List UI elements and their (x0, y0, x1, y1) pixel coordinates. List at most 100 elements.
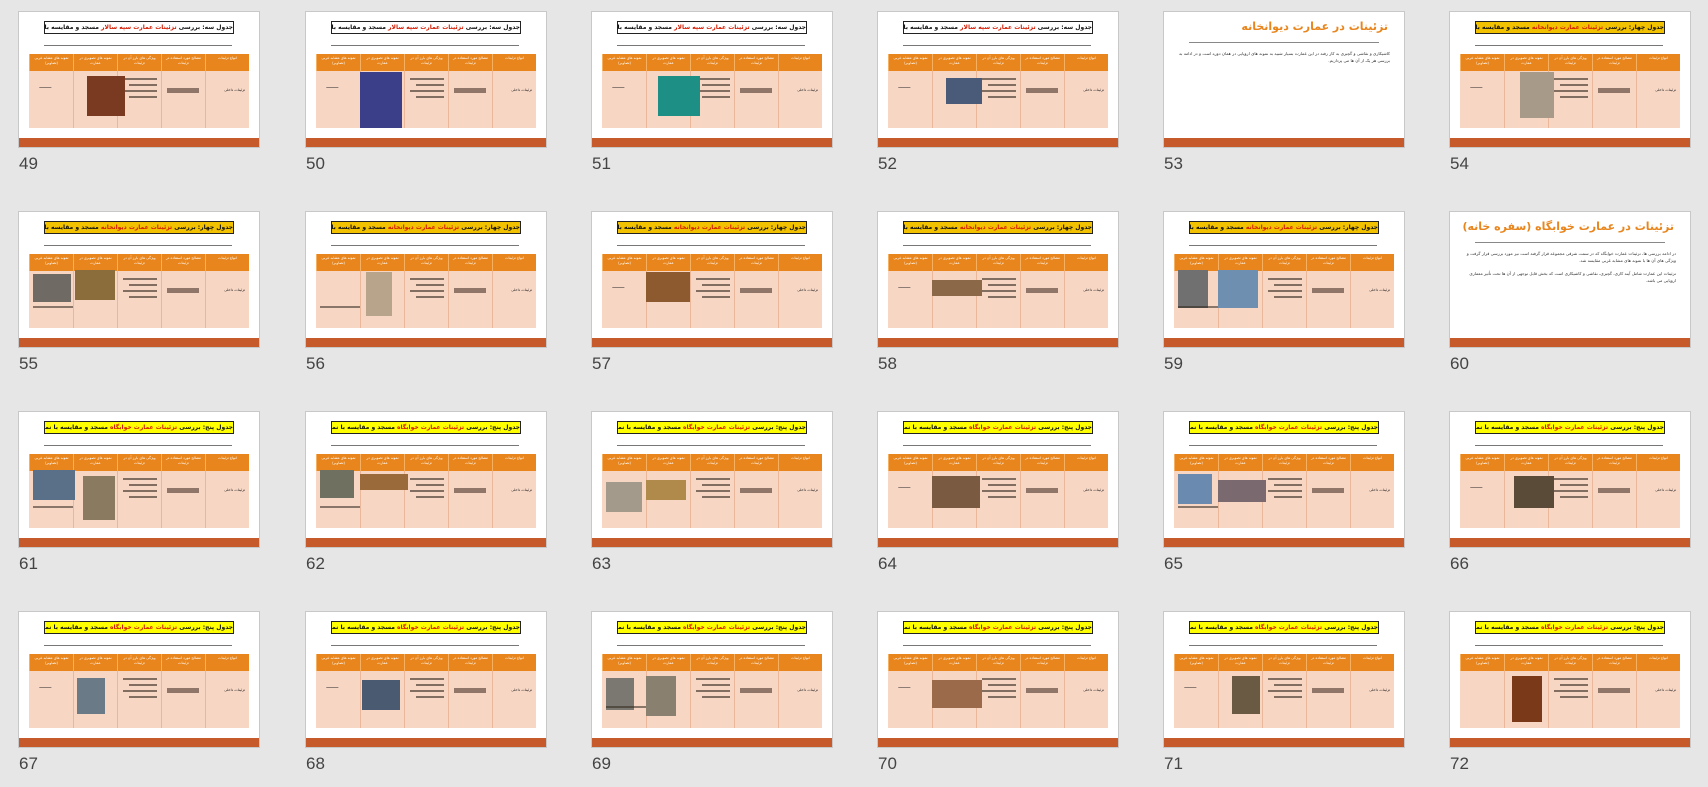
slide-thumbnail[interactable]: جدول پنج: بررسی تزئینات عمارت خوابگاه مس… (19, 412, 259, 587)
slide-thumbnail[interactable]: جدول سه: بررسی تزئینات عمارت سپه سالار م… (878, 12, 1118, 187)
table-header-cell: مصالح مورد استفاده در تزئینات (448, 654, 492, 671)
slide-canvas[interactable]: جدول سه: بررسی تزئینات عمارت سپه سالار م… (878, 12, 1118, 147)
slide-canvas[interactable]: جدول سه: بررسی تزئینات عمارت سپه سالار م… (306, 12, 546, 147)
slide-canvas[interactable]: جدول پنج: بررسی تزئینات عمارت خوابگاه مس… (306, 412, 546, 547)
title-highlight: تزئینات عمارت دیوانخانه (959, 224, 1032, 231)
table-column-divider (778, 671, 779, 728)
slide-canvas[interactable]: جدول پنج: بررسی تزئینات عمارت خوابگاه مس… (1450, 612, 1690, 747)
slide-thumbnail[interactable]: جدول چهار: بررسی تزئینات عمارت دیوانخانه… (1450, 12, 1690, 187)
table-column-divider (448, 71, 449, 128)
slide-canvas[interactable]: جدول چهار: بررسی تزئینات عمارت دیوانخانه… (306, 212, 546, 347)
slide-title-box: جدول چهار: بررسی تزئینات عمارت دیوانخانه… (617, 221, 807, 234)
title-prefix: جدول پنج: بررسی (1038, 424, 1092, 431)
table-column-divider (1350, 471, 1351, 528)
characteristics-line (123, 690, 157, 692)
empty-cell-dashes: ---------- (898, 484, 911, 491)
slide-thumbnail[interactable]: جدول چهار: بررسی تزئینات عمارت دیوانخانه… (878, 212, 1118, 387)
slide-canvas[interactable]: جدول چهار: بررسی تزئینات عمارت دیوانخانه… (1450, 12, 1690, 147)
section-paragraph: کاشیکاری و نقاشی و گچبری به کار رفته در … (1179, 51, 1390, 63)
materials-cell (1026, 288, 1058, 293)
slide-title-box: جدول پنج: بررسی تزئینات عمارت خوابگاه مس… (44, 421, 234, 434)
table-column-divider (1350, 671, 1351, 728)
comparison-table: انواع تزئینات مصالح مورد استفاده در تزئین… (602, 54, 822, 128)
slide-canvas[interactable]: جدول سه: بررسی تزئینات عمارت سپه سالار م… (19, 12, 259, 147)
slide-canvas[interactable]: جدول پنج: بررسی تزئینات عمارت خوابگاه مس… (19, 612, 259, 747)
slide-thumbnail[interactable]: جدول پنج: بررسی تزئینات عمارت خوابگاه مس… (592, 412, 832, 587)
empty-cell-dashes: ---------- (326, 84, 339, 91)
slide-canvas[interactable]: جدول سه: بررسی تزئینات عمارت سپه سالار م… (592, 12, 832, 147)
slide-canvas[interactable]: جدول پنج: بررسی تزئینات عمارت خوابگاه مس… (306, 612, 546, 747)
slide-thumbnail[interactable]: جدول پنج: بررسی تزئینات عمارت خوابگاه مس… (878, 612, 1118, 787)
table-header-cell: نمونه های تصویری در عمارت (932, 654, 976, 671)
title-highlight: تزئینات عمارت خوابگاه (397, 424, 465, 431)
slide-canvas[interactable]: تزئینات در عمارت خوابگاه (سفره خانه) در ا… (1450, 212, 1690, 347)
slide-thumbnail[interactable]: جدول سه: بررسی تزئینات عمارت سپه سالار م… (592, 12, 832, 187)
table-header-cell: ویژگی های بارز آن در تزئینات (117, 54, 161, 71)
characteristics-line (1560, 496, 1588, 498)
slide-thumbnail[interactable]: جدول سه: بررسی تزئینات عمارت سپه سالار م… (306, 12, 546, 187)
slide-thumbnail[interactable]: جدول پنج: بررسی تزئینات عمارت خوابگاه مس… (306, 412, 546, 587)
table-header-cell: نمونه های تصویری در عمارت (1218, 454, 1262, 471)
slide-canvas[interactable]: جدول پنج: بررسی تزئینات عمارت خوابگاه مس… (592, 412, 832, 547)
slide-thumbnail[interactable]: جدول پنج: بررسی تزئینات عمارت خوابگاه مس… (306, 612, 546, 787)
slide-thumbnail[interactable]: جدول چهار: بررسی تزئینات عمارت دیوانخانه… (592, 212, 832, 387)
section-title: تزئینات در عمارت دیوانخانه (1241, 20, 1388, 33)
title-highlight: تزئینات عمارت دیوانخانه (673, 224, 746, 231)
table-header-row: انواع تزئینات مصالح مورد استفاده در تزئین… (316, 454, 536, 471)
title-prefix: جدول چهار: بررسی (461, 224, 520, 231)
table-header-cell: مصالح مورد استفاده در تزئینات (734, 254, 778, 271)
characteristics-line (982, 490, 1016, 492)
slide-number: 58 (878, 354, 897, 373)
slide-canvas[interactable]: جدول چهار: بررسی تزئینات عمارت دیوانخانه… (878, 212, 1118, 347)
slide-thumbnail[interactable]: جدول چهار: بررسی تزئینات عمارت دیوانخانه… (1164, 212, 1404, 387)
table-header-row: انواع تزئینات مصالح مورد استفاده در تزئین… (29, 654, 249, 671)
slide-thumbnail[interactable]: جدول پنج: بررسی تزئینات عمارت خوابگاه مس… (1450, 412, 1690, 587)
slide-thumbnail[interactable]: جدول چهار: بررسی تزئینات عمارت دیوانخانه… (306, 212, 546, 387)
slide-canvas[interactable]: جدول پنج: بررسی تزئینات عمارت خوابگاه مس… (1450, 412, 1690, 547)
characteristics-line (988, 696, 1016, 698)
title-highlight: تزئینات عمارت دیوانخانه (1531, 24, 1604, 31)
characteristics-line (1560, 684, 1588, 686)
slide-footer-bar (592, 138, 832, 147)
slide-canvas[interactable]: جدول چهار: بررسی تزئینات عمارت دیوانخانه… (1164, 212, 1404, 347)
slide-footer-bar (1164, 738, 1404, 747)
slide-footer-bar (1450, 138, 1690, 147)
table-column-divider (1548, 671, 1549, 728)
slide-canvas[interactable]: جدول چهار: بررسی تزئینات عمارت دیوانخانه… (592, 212, 832, 347)
image-placeholder (366, 272, 392, 316)
slide-thumbnail[interactable]: جدول پنج: بررسی تزئینات عمارت خوابگاه مس… (1450, 612, 1690, 787)
slide-thumbnail[interactable]: جدول پنج: بررسی تزئینات عمارت خوابگاه مس… (1164, 612, 1404, 787)
slide-canvas[interactable]: جدول پنج: بررسی تزئینات عمارت خوابگاه مس… (1164, 412, 1404, 547)
characteristics-line (410, 290, 444, 292)
slide-thumbnail[interactable]: تزئینات در عمارت دیوانخانه کاشیکاری و نقا… (1164, 12, 1404, 187)
slide-number: 67 (19, 754, 38, 773)
table-header-cell: انواع تزئینات (778, 254, 822, 271)
slide-canvas[interactable]: جدول پنج: بررسی تزئینات عمارت خوابگاه مس… (878, 612, 1118, 747)
title-divider (617, 245, 805, 246)
slide-canvas[interactable]: جدول پنج: بررسی تزئینات عمارت خوابگاه مس… (19, 412, 259, 547)
table-column-divider (205, 471, 206, 528)
slide-footer-bar (306, 538, 546, 547)
slide-thumbnail[interactable]: جدول پنج: بررسی تزئینات عمارت خوابگاه مس… (592, 612, 832, 787)
slide-canvas[interactable]: جدول پنج: بررسی تزئینات عمارت خوابگاه مس… (878, 412, 1118, 547)
slide-canvas[interactable]: تزئینات در عمارت دیوانخانه کاشیکاری و نقا… (1164, 12, 1404, 147)
characteristics-line (988, 496, 1016, 498)
slide-canvas[interactable]: جدول پنج: بررسی تزئینات عمارت خوابگاه مس… (1164, 612, 1404, 747)
slide-thumbnail[interactable]: جدول پنج: بررسی تزئینات عمارت خوابگاه مس… (878, 412, 1118, 587)
slide-thumbnail[interactable]: جدول چهار: بررسی تزئینات عمارت دیوانخانه… (19, 212, 259, 387)
slide-footer-bar (306, 138, 546, 147)
slide-thumbnail[interactable]: جدول پنج: بررسی تزئینات عمارت خوابگاه مس… (19, 612, 259, 787)
characteristics-line (702, 296, 730, 298)
slide-canvas[interactable]: جدول پنج: بررسی تزئینات عمارت خوابگاه مس… (592, 612, 832, 747)
table-header-cell: مصالح مورد استفاده در تزئینات (734, 654, 778, 671)
characteristics-line (1274, 496, 1302, 498)
characteristics-line (696, 490, 730, 492)
slide-canvas[interactable]: جدول چهار: بررسی تزئینات عمارت دیوانخانه… (19, 212, 259, 347)
table-column-divider (205, 671, 206, 728)
characteristics-line (1268, 678, 1302, 680)
comparison-table: انواع تزئینات مصالح مورد استفاده در تزئین… (29, 254, 249, 328)
slide-thumbnail[interactable]: جدول سه: بررسی تزئینات عمارت سپه سالار م… (19, 12, 259, 187)
slide-thumbnail[interactable]: تزئینات در عمارت خوابگاه (سفره خانه) در ا… (1450, 212, 1690, 387)
characteristics-line (702, 484, 730, 486)
slide-thumbnail[interactable]: جدول پنج: بررسی تزئینات عمارت خوابگاه مس… (1164, 412, 1404, 587)
